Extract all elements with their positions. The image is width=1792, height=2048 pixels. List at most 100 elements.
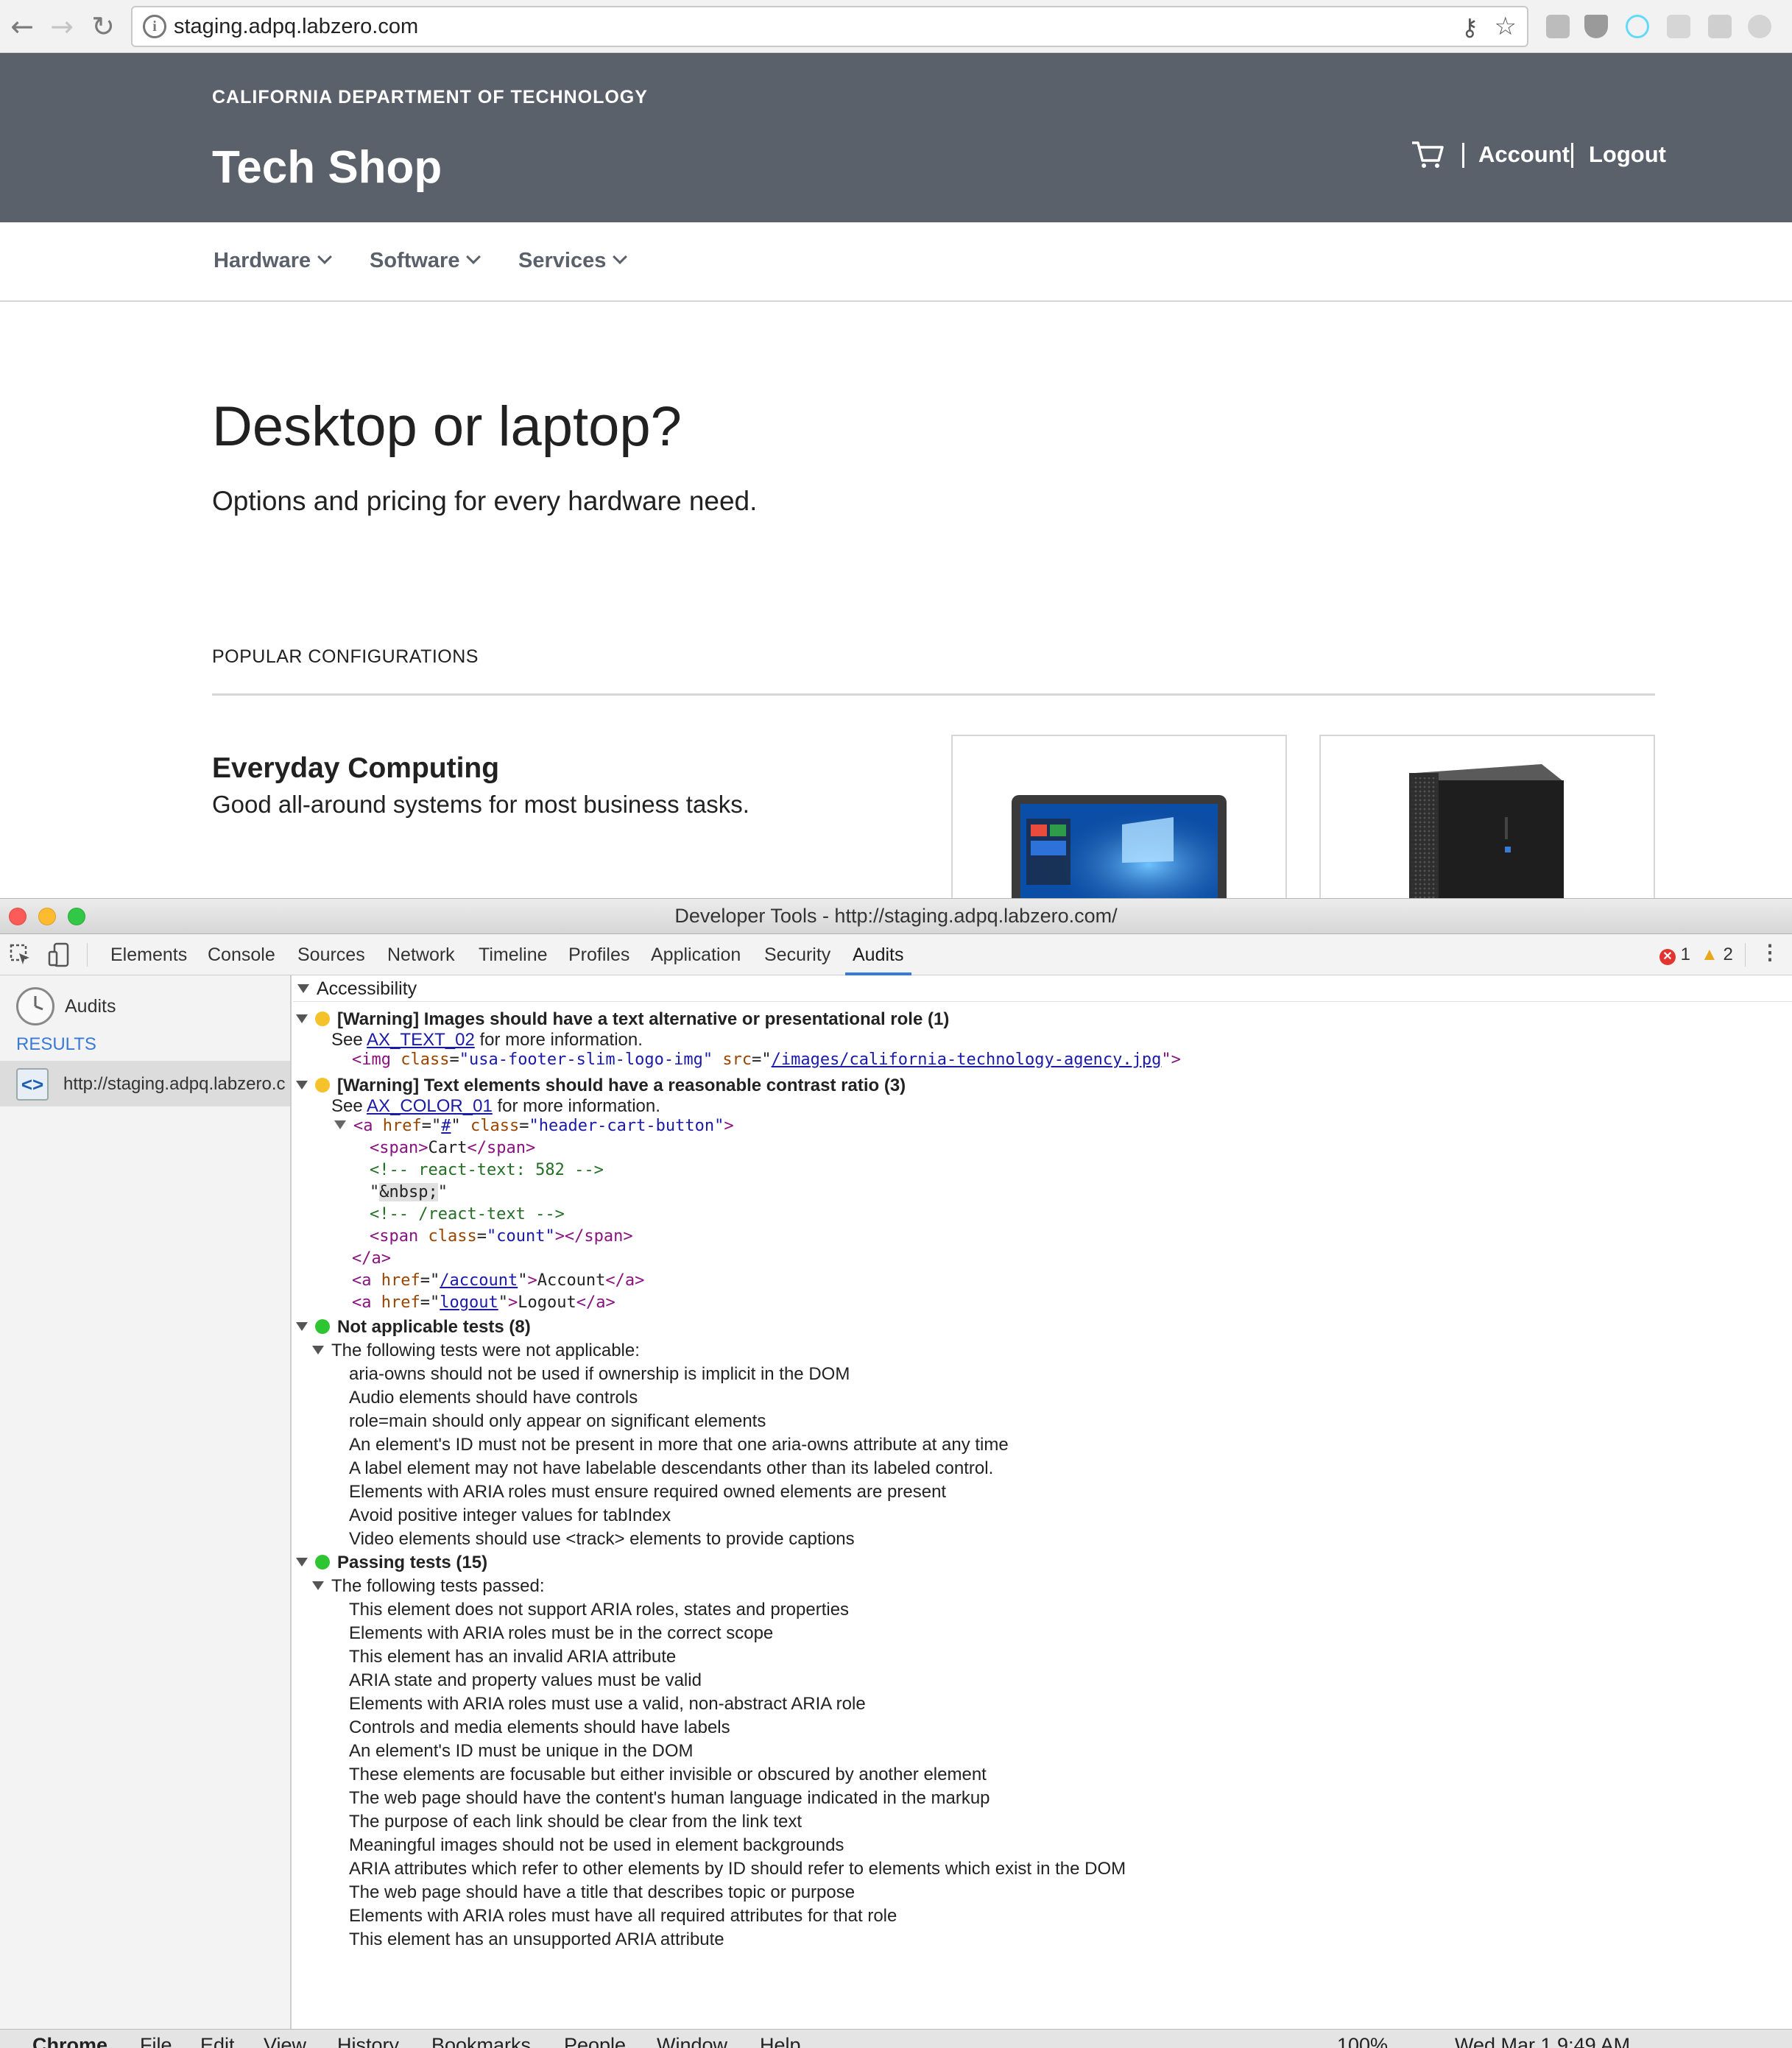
not-applicable-test-item[interactable]: An element's ID must not be present in m… [349, 1435, 1009, 1455]
warning-contrast-title: [Warning] Text elements should have a re… [337, 1076, 906, 1095]
tab-elements[interactable]: Elements [110, 944, 187, 966]
not-applicable-subtitle-row[interactable]: The following tests were not applicable: [312, 1341, 640, 1361]
section-divider [212, 693, 1655, 696]
react-text-end-comment[interactable]: <!-- /react-text --> [370, 1205, 565, 1223]
tab-console[interactable]: Console [208, 944, 275, 966]
extension-icon[interactable] [1667, 15, 1690, 38]
cloud-icon[interactable] [1748, 15, 1771, 38]
code-href-link[interactable]: # [441, 1117, 451, 1135]
menu-chrome[interactable]: Chrome [32, 2034, 107, 2048]
passing-test-item[interactable]: ARIA state and property values must be v… [349, 1670, 702, 1691]
tab-application[interactable]: Application [651, 944, 741, 966]
passing-test-item[interactable]: Meaningful images should not be used in … [349, 1835, 844, 1856]
not-applicable-test-item[interactable]: Audio elements should have controls [349, 1388, 638, 1408]
url-text[interactable]: staging.adpq.labzero.com [174, 15, 418, 39]
ax-text-02-link[interactable]: AX_TEXT_02 [367, 1030, 475, 1050]
error-count-badge[interactable]: ✕ 1 [1659, 944, 1690, 965]
warning-count-badge[interactable]: ▲ 2 [1701, 944, 1733, 965]
passing-test-item[interactable]: This element has an unsupported ARIA att… [349, 1929, 724, 1950]
cart-icon[interactable] [1411, 140, 1444, 169]
account-link[interactable]: Account [1478, 141, 1570, 168]
react-devtools-icon[interactable] [1626, 15, 1649, 38]
nav-hardware[interactable]: Hardware [214, 249, 333, 273]
cart-anchor-code[interactable]: <a href="#" class="header-cart-button"> [334, 1117, 734, 1135]
menu-window[interactable]: Window [657, 2034, 727, 2048]
audits-sidebar-label[interactable]: Audits [65, 996, 116, 1017]
inspect-element-icon[interactable] [9, 943, 32, 967]
passing-test-item[interactable]: This element does not support ARIA roles… [349, 1600, 849, 1620]
tab-profiles[interactable]: Profiles [568, 944, 629, 966]
pocket-icon[interactable] [1584, 15, 1608, 38]
img-src-link[interactable]: /images/california-technology-agency.jpg [772, 1051, 1162, 1069]
passing-test-item[interactable]: The web page should have a title that de… [349, 1882, 855, 1903]
accessibility-section-header[interactable]: Accessibility [293, 975, 1792, 1002]
account-anchor-code[interactable]: <a href="/account">Account</a> [352, 1271, 644, 1290]
logout-href-link[interactable]: logout [440, 1293, 498, 1312]
more-options-icon[interactable]: ⋮ [1760, 940, 1780, 964]
forward-arrow-icon[interactable]: → [46, 10, 78, 43]
logout-link[interactable]: Logout [1589, 141, 1666, 168]
warning-images-row[interactable]: [Warning] Images should have a text alte… [296, 1009, 949, 1030]
tab-timeline[interactable]: Timeline [479, 944, 548, 966]
cart-span-code[interactable]: <span>Cart</span> [370, 1139, 535, 1157]
menu-people[interactable]: People [564, 2034, 626, 2048]
not-applicable-row[interactable]: Not applicable tests (8) [296, 1317, 531, 1338]
passing-test-item[interactable]: Controls and media elements should have … [349, 1717, 730, 1738]
desktop-product-card[interactable] [1319, 735, 1655, 904]
passing-subtitle-row[interactable]: The following tests passed: [312, 1576, 545, 1597]
not-applicable-test-item[interactable]: Video elements should use <track> elemen… [349, 1529, 855, 1550]
tab-security[interactable]: Security [764, 944, 830, 966]
menu-edit[interactable]: Edit [200, 2034, 235, 2048]
not-applicable-test-item[interactable]: Elements with ARIA roles must ensure req… [349, 1482, 946, 1503]
bookmark-star-icon[interactable]: ☆ [1495, 12, 1517, 41]
site-title[interactable]: Tech Shop [212, 141, 442, 194]
reload-icon[interactable]: ↻ [87, 10, 119, 43]
nav-services[interactable]: Services [518, 249, 628, 273]
menubar-clock[interactable]: Wed Mar 1 9:49 AM [1455, 2034, 1630, 2048]
passing-test-item[interactable]: The web page should have the content's h… [349, 1788, 990, 1809]
menu-bookmarks[interactable]: Bookmarks [431, 2034, 531, 2048]
anchor-close-code[interactable]: </a> [352, 1249, 391, 1268]
not-applicable-test-item[interactable]: aria-owns should not be used if ownershi… [349, 1364, 850, 1385]
not-applicable-test-item[interactable]: A label element may not have labelable d… [349, 1458, 993, 1479]
passing-test-item[interactable]: Elements with ARIA roles must have all r… [349, 1906, 897, 1927]
img-element-code[interactable]: <img class="usa-footer-slim-logo-img" sr… [352, 1051, 1181, 1069]
extension-icon[interactable] [1546, 15, 1570, 38]
passing-test-item[interactable]: These elements are focusable but either … [349, 1765, 987, 1785]
nbsp-text-node[interactable]: "&nbsp;" [370, 1183, 448, 1201]
warning-contrast-row[interactable]: [Warning] Text elements should have a re… [296, 1076, 906, 1096]
back-arrow-icon[interactable]: ← [6, 10, 38, 43]
info-icon[interactable]: i [143, 15, 166, 38]
menu-view[interactable]: View [264, 2034, 306, 2048]
passing-test-item[interactable]: The purpose of each link should be clear… [349, 1812, 802, 1832]
tab-sources[interactable]: Sources [297, 944, 365, 966]
passing-test-item[interactable]: Elements with ARIA roles must use a vali… [349, 1694, 866, 1715]
device-toolbar-icon[interactable] [47, 942, 71, 968]
menu-history[interactable]: History [337, 2034, 399, 2048]
ax-color-01-link[interactable]: AX_COLOR_01 [367, 1096, 493, 1116]
menu-help[interactable]: Help [760, 2034, 801, 2048]
address-bar[interactable]: i staging.adpq.labzero.com ⚷ ☆ [131, 6, 1528, 47]
passing-test-item[interactable]: An element's ID must be unique in the DO… [349, 1741, 693, 1762]
count-span-code[interactable]: <span class="count"></span> [370, 1227, 633, 1246]
passing-test-item[interactable]: Elements with ARIA roles must be in the … [349, 1623, 773, 1644]
grammarly-icon[interactable] [1708, 15, 1732, 38]
passing-test-item[interactable]: ARIA attributes which refer to other ele… [349, 1859, 1126, 1879]
result-item[interactable]: <> http://staging.adpq.labzero.c [0, 1061, 290, 1106]
laptop-product-card[interactable] [951, 735, 1287, 904]
not-applicable-test-item[interactable]: role=main should only appear on signific… [349, 1411, 766, 1432]
battery-percent[interactable]: 100% [1337, 2034, 1388, 2048]
passing-test-item[interactable]: This element has an invalid ARIA attribu… [349, 1647, 676, 1667]
menu-file[interactable]: File [140, 2034, 172, 2048]
account-href-link[interactable]: /account [440, 1271, 518, 1290]
key-icon[interactable]: ⚷ [1461, 13, 1478, 41]
tab-audits[interactable]: Audits [853, 944, 903, 966]
react-text-comment[interactable]: <!-- react-text: 582 --> [370, 1161, 604, 1179]
passing-tests-row[interactable]: Passing tests (15) [296, 1553, 487, 1573]
nav-software[interactable]: Software [370, 249, 481, 273]
pass-dot-icon [315, 1319, 330, 1334]
disclosure-triangle-icon [312, 1346, 324, 1355]
not-applicable-test-item[interactable]: Avoid positive integer values for tabInd… [349, 1505, 671, 1526]
tab-network[interactable]: Network [387, 944, 455, 966]
logout-anchor-code[interactable]: <a href="logout">Logout</a> [352, 1293, 615, 1312]
